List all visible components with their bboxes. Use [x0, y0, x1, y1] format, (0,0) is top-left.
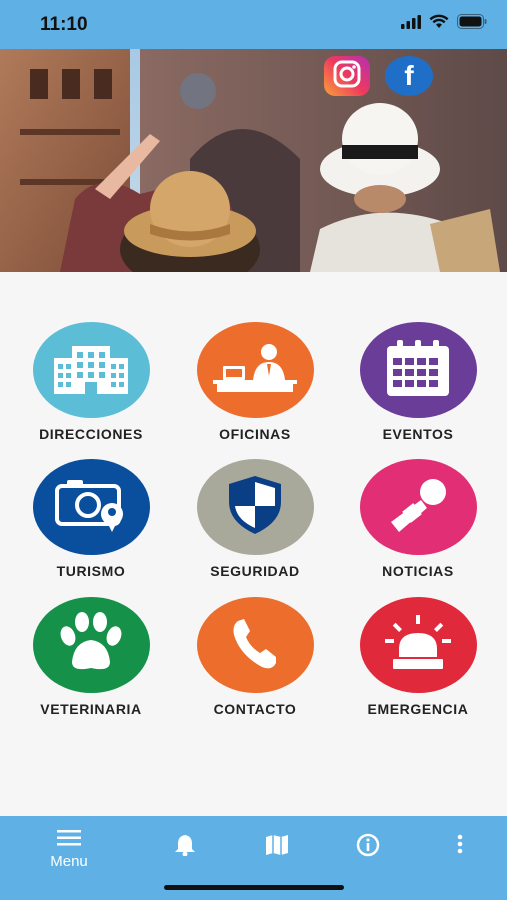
status-bar: 11:10: [0, 0, 507, 49]
status-icons: [401, 14, 487, 34]
siren-icon: [383, 614, 453, 676]
menu-tile-label: DIRECCIONES: [39, 426, 143, 442]
paw-icon: [58, 611, 124, 679]
menu-tile-circle: [196, 459, 314, 555]
menu-tile-label: SEGURIDAD: [210, 563, 300, 579]
instagram-button[interactable]: [324, 56, 370, 96]
menu-tile-label: EVENTOS: [382, 426, 454, 442]
menu-tile-seguridad[interactable]: SEGURIDAD: [180, 459, 330, 579]
menu-tile-contacto[interactable]: CONTACTO: [180, 597, 330, 717]
menu-tile-label: EMERGENCIA: [367, 701, 469, 717]
nav-menu-label: Menu: [50, 853, 88, 870]
menu-tile-oficinas[interactable]: OFICINAS: [180, 322, 330, 442]
bell-icon: [174, 835, 196, 860]
nav-notifications-button[interactable]: [174, 834, 196, 861]
menu-tile-label: OFICINAS: [219, 426, 291, 442]
info-icon: [356, 833, 380, 861]
menu-tile-circle: [359, 597, 477, 693]
facebook-button[interactable]: f: [385, 56, 433, 96]
phone-icon: [232, 617, 278, 674]
wifi-icon: [429, 14, 449, 34]
signal-icon: [401, 14, 421, 34]
battery-icon: [457, 14, 487, 34]
map-icon: [265, 835, 289, 860]
more-vertical-icon: [456, 834, 464, 858]
facebook-icon: f: [404, 60, 414, 91]
menu-tile-circle: [196, 322, 314, 418]
nav-info-button[interactable]: [356, 833, 380, 862]
menu-tile-label: TURISMO: [56, 563, 126, 579]
office-desk-icon: [209, 342, 301, 399]
menu-tile-circle: [32, 459, 150, 555]
shield-icon: [225, 474, 285, 541]
home-indicator: [164, 885, 344, 890]
menu-grid: DIRECCIONES OFICINAS EVENTOS TURISMO SEG…: [0, 272, 507, 816]
menu-tile-veterinaria[interactable]: VETERINARIA: [16, 597, 166, 717]
instagram-icon: [332, 59, 362, 94]
hamburger-menu-icon: [57, 830, 81, 850]
nav-map-button[interactable]: [265, 834, 289, 861]
menu-tile-circle: [32, 597, 150, 693]
microphone-icon: [385, 476, 451, 539]
menu-tile-noticias[interactable]: NOTICIAS: [343, 459, 493, 579]
nav-more-button[interactable]: [456, 834, 464, 859]
nav-menu-button[interactable]: Menu: [44, 830, 94, 870]
menu-tile-circle: [196, 597, 314, 693]
menu-tile-circle: [32, 322, 150, 418]
calendar-icon: [385, 338, 451, 403]
menu-tile-circle: [359, 459, 477, 555]
menu-tile-label: VETERINARIA: [40, 701, 142, 717]
menu-tile-turismo[interactable]: TURISMO: [16, 459, 166, 579]
menu-tile-label: CONTACTO: [213, 701, 297, 717]
menu-tile-label: NOTICIAS: [382, 563, 454, 579]
status-time: 11:10: [40, 14, 88, 35]
building-icon: [54, 342, 128, 399]
menu-tile-eventos[interactable]: EVENTOS: [343, 322, 493, 442]
menu-tile-circle: [359, 322, 477, 418]
camera-icon: [53, 476, 129, 539]
menu-tile-direcciones[interactable]: DIRECCIONES: [16, 322, 166, 442]
menu-tile-emergencia[interactable]: EMERGENCIA: [343, 597, 493, 717]
